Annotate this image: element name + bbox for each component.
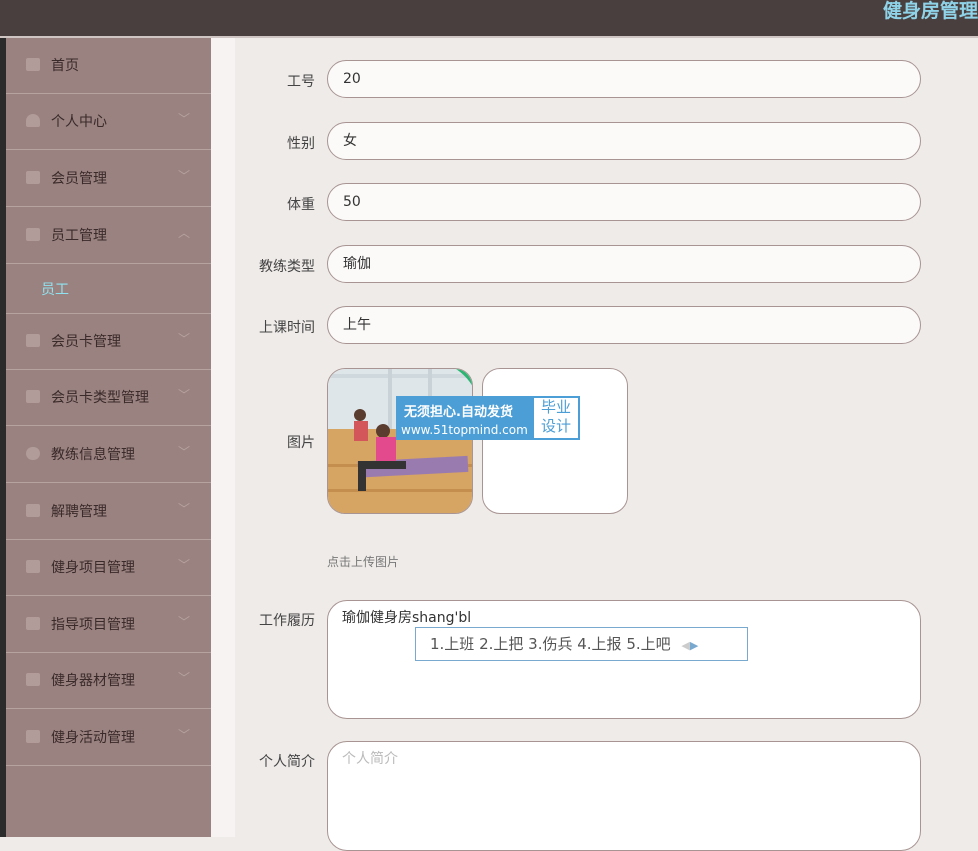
clipboard-icon <box>26 617 40 630</box>
doc-icon <box>26 560 40 573</box>
sidebar-item-label: 解聘管理 <box>51 504 107 520</box>
sidebar-item-personal-center[interactable]: 个人中心 ﹀ <box>6 94 211 150</box>
calendar-icon <box>26 730 40 743</box>
work-history-text: 瑜伽健身房shang'bl <box>342 610 472 626</box>
intro-placeholder: 个人简介 <box>342 751 398 767</box>
class-time-input[interactable]: 上午 <box>327 306 921 344</box>
ime-candidate-popup[interactable]: 1.上班 2.上把 3.伤兵 4.上报 5.上吧 ◀▶ <box>415 627 748 661</box>
gender-input[interactable]: 女 <box>327 122 921 160</box>
app-title: 健身房管理 <box>882 0 978 22</box>
monitor-icon <box>26 228 40 241</box>
watermark-line2: www.51topmind.com <box>401 423 528 437</box>
tool-icon <box>26 673 40 686</box>
user-icon <box>26 114 40 127</box>
chevron-down-icon: ﹀ <box>178 388 191 402</box>
intro-textarea[interactable]: 个人简介 <box>327 741 921 851</box>
chevron-down-icon: ﹀ <box>178 671 191 685</box>
upload-hint[interactable]: 点击上传图片 <box>327 553 399 570</box>
field-label-weight: 体重 <box>287 197 315 213</box>
sidebar-item-dismissal[interactable]: 解聘管理 ﹀ <box>6 484 211 540</box>
chevron-down-icon: ﹀ <box>178 445 191 459</box>
chevron-up-icon: ︿ <box>178 226 191 240</box>
flag-icon <box>26 171 40 184</box>
top-header-bar: 健身房管理 <box>0 0 978 36</box>
sidebar-item-label: 教练信息管理 <box>51 447 135 463</box>
chevron-down-icon: ﹀ <box>178 558 191 572</box>
sidebar-item-staff[interactable]: 员工管理 ︿ <box>6 208 211 264</box>
sidebar-item-label: 健身器材管理 <box>51 673 135 689</box>
sidebar-item-label: 员工管理 <box>51 228 107 244</box>
sidebar-item-label: 会员管理 <box>51 171 107 187</box>
weight-input[interactable]: 50 <box>327 183 921 221</box>
sidebar-subitem-label: 员工 <box>41 282 69 298</box>
sidebar-item-label: 指导项目管理 <box>51 617 135 633</box>
field-label-image: 图片 <box>287 435 315 451</box>
field-label-gender: 性别 <box>287 136 315 152</box>
chevron-down-icon: ﹀ <box>178 112 191 126</box>
sidebar-item-label: 会员卡管理 <box>51 334 121 350</box>
uploaded-image-thumbnail[interactable] <box>327 368 473 514</box>
field-label-intro: 个人简介 <box>259 754 315 770</box>
ime-prev-icon[interactable]: ◀ <box>681 639 689 652</box>
chevron-down-icon: ﹀ <box>178 615 191 629</box>
sidebar-item-label: 个人中心 <box>51 114 107 130</box>
chevron-down-icon: ﹀ <box>178 502 191 516</box>
list-icon <box>26 390 40 403</box>
sidebar-subitem-staff[interactable]: 员工 <box>6 264 211 314</box>
yoga-photo <box>328 369 472 513</box>
sidebar: 首页 个人中心 ﹀ 会员管理 ﹀ 员工管理 ︿ 员工 会员卡管理 ﹀ 会员卡类型… <box>0 38 211 837</box>
field-label-coach-type: 教练类型 <box>259 259 315 275</box>
watermark-badge: 毕业 设计 <box>534 398 578 438</box>
sidebar-item-home[interactable]: 首页 <box>6 38 211 94</box>
info-icon <box>26 447 40 460</box>
sidebar-item-label: 健身项目管理 <box>51 560 135 576</box>
sidebar-item-label: 健身活动管理 <box>51 730 135 746</box>
field-label-class-time: 上课时间 <box>259 320 315 336</box>
staff-id-input[interactable]: 20 <box>327 60 921 98</box>
sidebar-item-fitness-project[interactable]: 健身项目管理 ﹀ <box>6 540 211 596</box>
sidebar-item-member-card[interactable]: 会员卡管理 ﹀ <box>6 314 211 370</box>
content-gutter <box>211 38 235 837</box>
chevron-down-icon: ﹀ <box>178 169 191 183</box>
sidebar-item-label: 会员卡类型管理 <box>51 390 149 406</box>
sidebar-item-coach[interactable]: 教练信息管理 ﹀ <box>6 427 211 483</box>
field-label-staff-id: 工号 <box>287 74 315 90</box>
field-label-work-history: 工作履历 <box>259 613 315 629</box>
watermark-line1: 无须担心.自动发货 <box>404 405 513 420</box>
card-icon <box>26 334 40 347</box>
chevron-down-icon: ﹀ <box>178 728 191 742</box>
sidebar-item-label: 首页 <box>51 58 79 74</box>
sidebar-item-guidance-project[interactable]: 指导项目管理 ﹀ <box>6 597 211 653</box>
home-icon <box>26 58 40 71</box>
watermark-banner: 无须担心.自动发货 www.51topmind.com 毕业 设计 <box>396 396 580 440</box>
coach-type-input[interactable]: 瑜伽 <box>327 245 921 283</box>
sidebar-item-equipment[interactable]: 健身器材管理 ﹀ <box>6 653 211 709</box>
send-icon <box>26 504 40 517</box>
image-upload-box[interactable] <box>482 368 628 514</box>
ime-next-icon[interactable]: ▶ <box>690 639 698 652</box>
ime-candidates[interactable]: 1.上班 2.上把 3.伤兵 4.上报 5.上吧 <box>430 635 671 653</box>
sidebar-item-card-type[interactable]: 会员卡类型管理 ﹀ <box>6 370 211 426</box>
sidebar-item-member[interactable]: 会员管理 ﹀ <box>6 151 211 207</box>
sidebar-item-activity[interactable]: 健身活动管理 ﹀ <box>6 710 211 766</box>
chevron-down-icon: ﹀ <box>178 332 191 346</box>
